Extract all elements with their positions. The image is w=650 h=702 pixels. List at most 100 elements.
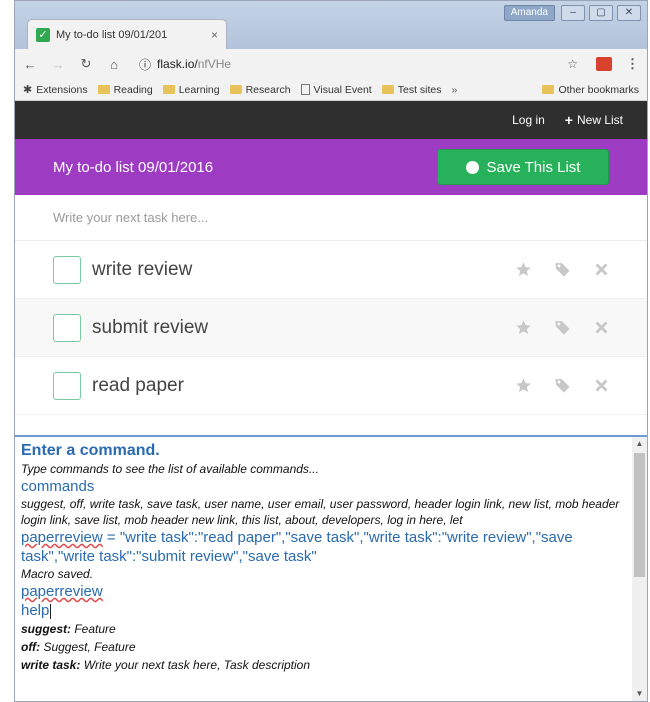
task-input[interactable]: Write your next task here... <box>15 195 647 241</box>
list-title[interactable]: My to-do list 09/01/2016 <box>53 159 213 176</box>
bookmark-star-icon[interactable]: ☆ <box>567 57 578 71</box>
browser-toolbar: ← → ↻ ⌂ ⓘ flask.io/nfVHe ☆ ⋮ <box>15 49 647 79</box>
help-desc: Suggest, Feature <box>40 640 136 654</box>
help-line: write task: Write your next task here, T… <box>21 656 627 674</box>
bookmark-extensions[interactable]: ✱ Extensions <box>23 83 88 97</box>
title-bar: ✓ My to-do list 09/01/201 × Amanda – ▢ ✕ <box>15 1 647 49</box>
console-scrollbar[interactable]: ▲ ▼ <box>632 437 647 701</box>
url-text[interactable]: flask.io/nfVHe <box>157 57 561 71</box>
save-list-button[interactable]: Save This List <box>437 149 609 185</box>
console-macro-saved: Macro saved. <box>21 567 94 581</box>
extension-icon[interactable] <box>596 57 612 71</box>
menu-kebab-icon[interactable]: ⋮ <box>626 56 639 72</box>
task-checkbox[interactable] <box>53 255 81 284</box>
folder-icon <box>381 85 394 94</box>
task-actions <box>514 318 611 337</box>
profile-badge[interactable]: Amanda <box>503 5 555 21</box>
delete-x-icon[interactable] <box>592 376 611 395</box>
help-line: off: Suggest, Feature <box>21 638 627 656</box>
bookmark-label: Other bookmarks <box>558 83 639 96</box>
star-icon[interactable] <box>514 318 533 337</box>
bookmark-reading[interactable]: Reading <box>97 83 153 96</box>
folder-icon <box>542 85 555 94</box>
help-desc: Write your next task here, Task descript… <box>80 658 311 672</box>
macro-name: paperreview <box>21 529 103 546</box>
new-list-link[interactable]: + New List <box>565 112 623 128</box>
star-icon[interactable] <box>514 376 533 395</box>
bookmark-other[interactable]: Other bookmarks <box>542 84 639 96</box>
puzzle-icon: ✱ <box>23 84 33 96</box>
task-text[interactable]: write review <box>92 259 514 281</box>
address-bar[interactable]: ⓘ flask.io/nfVHe ☆ <box>135 53 582 75</box>
reload-icon[interactable]: ↻ <box>79 56 93 72</box>
bookmarks-overflow-icon[interactable]: » <box>452 84 458 96</box>
console-title: Enter a command. <box>21 442 160 459</box>
close-window-button[interactable]: ✕ <box>617 5 641 21</box>
scroll-thumb[interactable] <box>634 453 645 577</box>
bookmark-test-sites[interactable]: Test sites <box>381 84 442 96</box>
console-command: help <box>21 601 627 620</box>
app-navbar: Log in + New List <box>15 101 647 139</box>
task-row: write review <box>15 241 647 299</box>
task-checkbox[interactable] <box>53 371 81 400</box>
console-command: commands <box>21 478 95 495</box>
maximize-button[interactable]: ▢ <box>589 5 613 21</box>
command-text: paperreview <box>21 583 103 600</box>
tab-title: My to-do list 09/01/201 <box>56 28 168 41</box>
browser-tab[interactable]: ✓ My to-do list 09/01/201 × <box>27 19 227 49</box>
url-path: nfVHe <box>197 57 232 71</box>
tag-icon[interactable] <box>553 376 572 395</box>
folder-icon <box>229 85 242 94</box>
back-arrow-icon[interactable]: ← <box>23 57 37 72</box>
scroll-down-icon[interactable]: ▼ <box>632 687 647 701</box>
macro-body: = "write task":"read paper","save task",… <box>21 529 573 565</box>
checkmark-favicon-icon: ✓ <box>36 27 50 42</box>
forward-arrow-icon[interactable]: → <box>51 57 65 72</box>
task-list: write review submit review read paper <box>15 241 647 415</box>
bookmark-label: Visual Event <box>313 83 372 96</box>
folder-icon <box>97 85 110 94</box>
bookmark-label: Learning <box>178 83 220 96</box>
delete-x-icon[interactable] <box>592 260 611 279</box>
help-line: suggest: Feature <box>21 620 627 638</box>
minimize-button[interactable]: – <box>561 5 585 21</box>
star-icon[interactable] <box>514 260 533 279</box>
scroll-up-icon[interactable]: ▲ <box>632 437 647 451</box>
console-commands-list: suggest, off, write task, save task, use… <box>21 497 620 527</box>
command-console[interactable]: Enter a command. Type commands to see th… <box>15 435 647 701</box>
new-list-label: New List <box>576 113 623 127</box>
console-hint: Type commands to see the list of availab… <box>21 462 319 476</box>
help-key: write task: <box>21 658 81 672</box>
page-icon <box>300 84 310 95</box>
bookmark-learning[interactable]: Learning <box>162 83 220 96</box>
bookmark-visual-event[interactable]: Visual Event <box>300 83 372 96</box>
bookmark-label: Research <box>245 83 291 96</box>
url-host: flask.io/ <box>157 57 198 71</box>
home-icon[interactable]: ⌂ <box>107 57 121 72</box>
list-header: My to-do list 09/01/2016 Save This List <box>15 139 647 195</box>
bookmark-label: Extensions <box>36 83 88 96</box>
delete-x-icon[interactable] <box>592 318 611 337</box>
tag-icon[interactable] <box>553 260 572 279</box>
task-actions <box>514 260 611 279</box>
login-link[interactable]: Log in <box>512 113 545 127</box>
console-macro-definition: paperreview = "write task":"read paper",… <box>21 528 627 566</box>
task-actions <box>514 376 611 395</box>
task-text[interactable]: read paper <box>92 375 514 397</box>
tab-close-icon[interactable]: × <box>211 28 218 42</box>
bookmark-label: Reading <box>113 83 153 96</box>
info-icon[interactable]: ⓘ <box>139 56 151 73</box>
window-controls: – ▢ ✕ <box>561 5 641 21</box>
tag-icon[interactable] <box>553 318 572 337</box>
help-key: suggest: <box>21 622 72 636</box>
folder-icon <box>162 85 175 94</box>
task-checkbox[interactable] <box>53 313 81 342</box>
task-text[interactable]: submit review <box>92 317 514 339</box>
save-button-label: Save This List <box>486 158 581 176</box>
browser-window: ✓ My to-do list 09/01/201 × Amanda – ▢ ✕… <box>14 0 648 702</box>
plus-icon: + <box>564 112 573 128</box>
help-key: off: <box>21 640 41 654</box>
bookmarks-bar: ✱ Extensions Reading Learning Research V… <box>15 79 647 101</box>
console-command: paperreview <box>21 582 627 601</box>
bookmark-research[interactable]: Research <box>229 83 291 96</box>
